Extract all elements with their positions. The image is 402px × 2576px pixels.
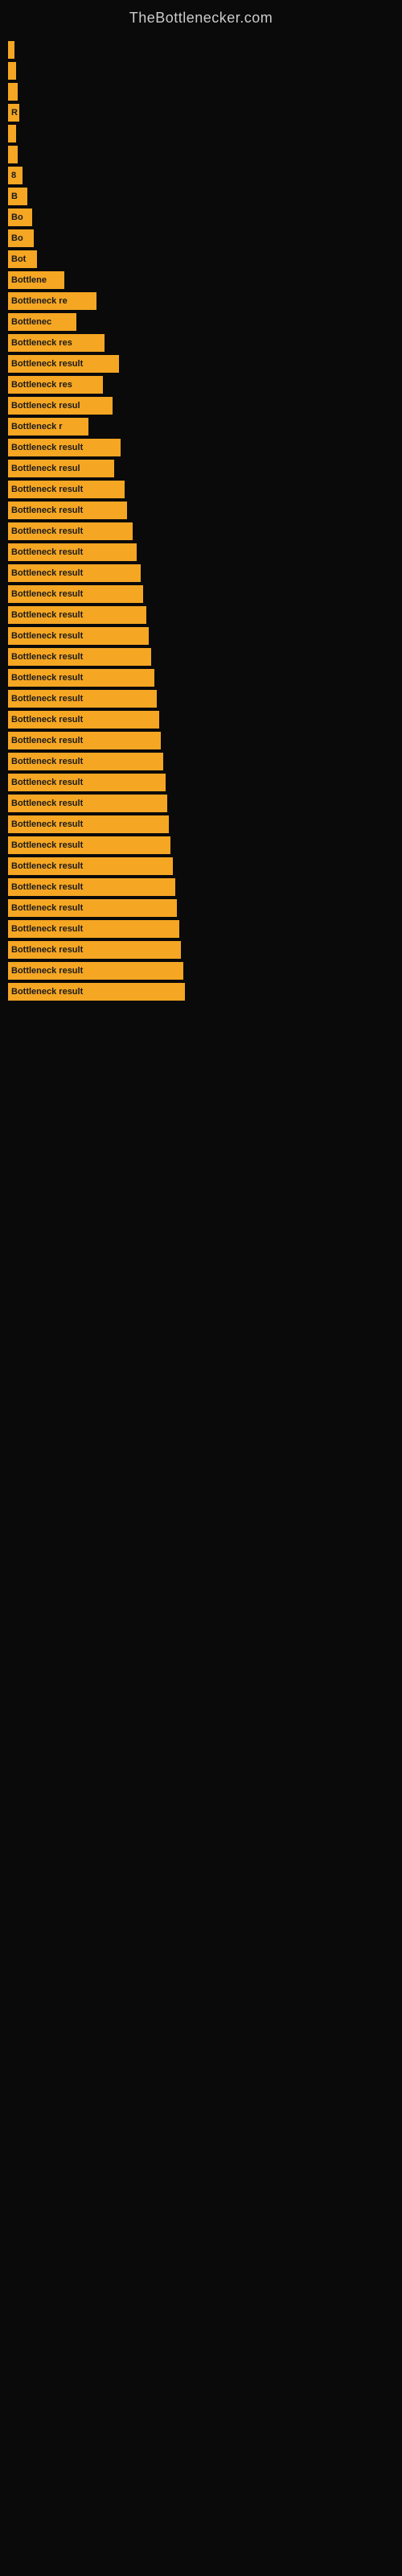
bar-row: Bottleneck result xyxy=(8,606,402,624)
bar-row: Bottleneck r xyxy=(8,418,402,436)
bottleneck-bar: Bottleneck result xyxy=(8,815,169,833)
bottleneck-bar: B xyxy=(8,188,27,205)
bar-row: Bottleneck result xyxy=(8,899,402,917)
bottleneck-bar: Bo xyxy=(8,208,32,226)
bottleneck-bar: Bottleneck result xyxy=(8,627,149,645)
bar-row: Bottleneck result xyxy=(8,732,402,749)
bottleneck-bar: Bottleneck result xyxy=(8,857,173,875)
bottleneck-bar: Bottleneck result xyxy=(8,899,177,917)
bottleneck-bar: Bottlene xyxy=(8,271,64,289)
bar-row: Bo xyxy=(8,208,402,226)
bar-row: Bottleneck result xyxy=(8,815,402,833)
bar-row: Bottleneck result xyxy=(8,502,402,519)
bottleneck-bar: Bottleneck result xyxy=(8,711,159,729)
bar-row: Bottleneck re xyxy=(8,292,402,310)
bottleneck-bar xyxy=(8,62,16,80)
bar-row: Bottleneck result xyxy=(8,857,402,875)
bar-row: Bottleneck result xyxy=(8,795,402,812)
bar-row: Bo xyxy=(8,229,402,247)
bar-row: Bottleneck result xyxy=(8,711,402,729)
bar-row: Bottleneck result xyxy=(8,481,402,498)
bottleneck-bar: Bottleneck result xyxy=(8,648,151,666)
bar-row xyxy=(8,83,402,101)
bar-row: Bottlenec xyxy=(8,313,402,331)
bar-row: Bottleneck result xyxy=(8,439,402,456)
bar-row: 8 xyxy=(8,167,402,184)
bar-row: Bottleneck result xyxy=(8,564,402,582)
bar-row: Bottleneck result xyxy=(8,983,402,1001)
bar-row: Bottleneck result xyxy=(8,690,402,708)
bar-row xyxy=(8,62,402,80)
bar-row: Bottleneck res xyxy=(8,334,402,352)
bottleneck-bar: Bottleneck result xyxy=(8,732,161,749)
bar-row: Bottleneck result xyxy=(8,941,402,959)
bottleneck-bar: Bottleneck result xyxy=(8,502,127,519)
bottleneck-bar: Bottleneck r xyxy=(8,418,88,436)
bottleneck-bar: Bottleneck result xyxy=(8,878,175,896)
bar-row: Bottleneck result xyxy=(8,878,402,896)
bar-row: Bottleneck result xyxy=(8,648,402,666)
bar-row: Bottleneck result xyxy=(8,774,402,791)
bottleneck-bar: Bottleneck result xyxy=(8,564,141,582)
bar-row xyxy=(8,41,402,59)
bar-row: Bottleneck result xyxy=(8,920,402,938)
bottleneck-bar: Bottleneck result xyxy=(8,795,167,812)
bottleneck-bar: Bottleneck result xyxy=(8,606,146,624)
bar-row: Bot xyxy=(8,250,402,268)
bottleneck-bar: Bottleneck result xyxy=(8,962,183,980)
bottleneck-bar: Bottleneck result xyxy=(8,543,137,561)
bar-row: Bottleneck result xyxy=(8,522,402,540)
bottleneck-bar: Bottleneck result xyxy=(8,983,185,1001)
bottleneck-bar: Bottleneck result xyxy=(8,585,143,603)
bottleneck-bar: Bot xyxy=(8,250,37,268)
bottleneck-bar: Bottleneck result xyxy=(8,439,121,456)
bar-row: Bottlene xyxy=(8,271,402,289)
bottleneck-bar: Bottleneck result xyxy=(8,669,154,687)
bottleneck-bar: Bo xyxy=(8,229,34,247)
bottleneck-bar: Bottleneck result xyxy=(8,690,157,708)
bottleneck-bar xyxy=(8,125,16,142)
bottleneck-bar: Bottleneck result xyxy=(8,920,179,938)
bars-container: R 8 B Bo Bo Bot Bottlene Bottleneck re Bottlenec… xyxy=(0,33,402,1004)
bottleneck-bar xyxy=(8,83,18,101)
bottleneck-bar: Bottleneck result xyxy=(8,774,166,791)
bottleneck-bar xyxy=(8,41,14,59)
bar-row: Bottleneck result xyxy=(8,669,402,687)
bar-row: Bottleneck resul xyxy=(8,397,402,415)
bottleneck-bar: Bottleneck re xyxy=(8,292,96,310)
bottleneck-bar: Bottleneck result xyxy=(8,522,133,540)
bottleneck-bar: Bottleneck result xyxy=(8,355,119,373)
bottleneck-bar: Bottleneck resul xyxy=(8,397,113,415)
bottleneck-bar: Bottleneck res xyxy=(8,334,105,352)
bottleneck-bar: Bottleneck result xyxy=(8,753,163,770)
bottleneck-bar: Bottleneck result xyxy=(8,481,125,498)
bottleneck-bar: Bottlenec xyxy=(8,313,76,331)
bar-row: Bottleneck res xyxy=(8,376,402,394)
bar-row: Bottleneck result xyxy=(8,585,402,603)
bottleneck-bar: Bottleneck result xyxy=(8,836,170,854)
bar-row: Bottleneck result xyxy=(8,543,402,561)
bottleneck-bar: R xyxy=(8,104,19,122)
bar-row: Bottleneck result xyxy=(8,836,402,854)
bar-row xyxy=(8,125,402,142)
bar-row: Bottleneck result xyxy=(8,753,402,770)
bar-row: Bottleneck resul xyxy=(8,460,402,477)
bar-row: R xyxy=(8,104,402,122)
bottleneck-bar: 8 xyxy=(8,167,23,184)
site-title: TheBottlenecker.com xyxy=(0,0,402,33)
bar-row: Bottleneck result xyxy=(8,355,402,373)
bottleneck-bar xyxy=(8,146,18,163)
bar-row: Bottleneck result xyxy=(8,627,402,645)
bottleneck-bar: Bottleneck resul xyxy=(8,460,114,477)
bar-row xyxy=(8,146,402,163)
bar-row: Bottleneck result xyxy=(8,962,402,980)
bar-row: B xyxy=(8,188,402,205)
bottleneck-bar: Bottleneck res xyxy=(8,376,103,394)
bottleneck-bar: Bottleneck result xyxy=(8,941,181,959)
